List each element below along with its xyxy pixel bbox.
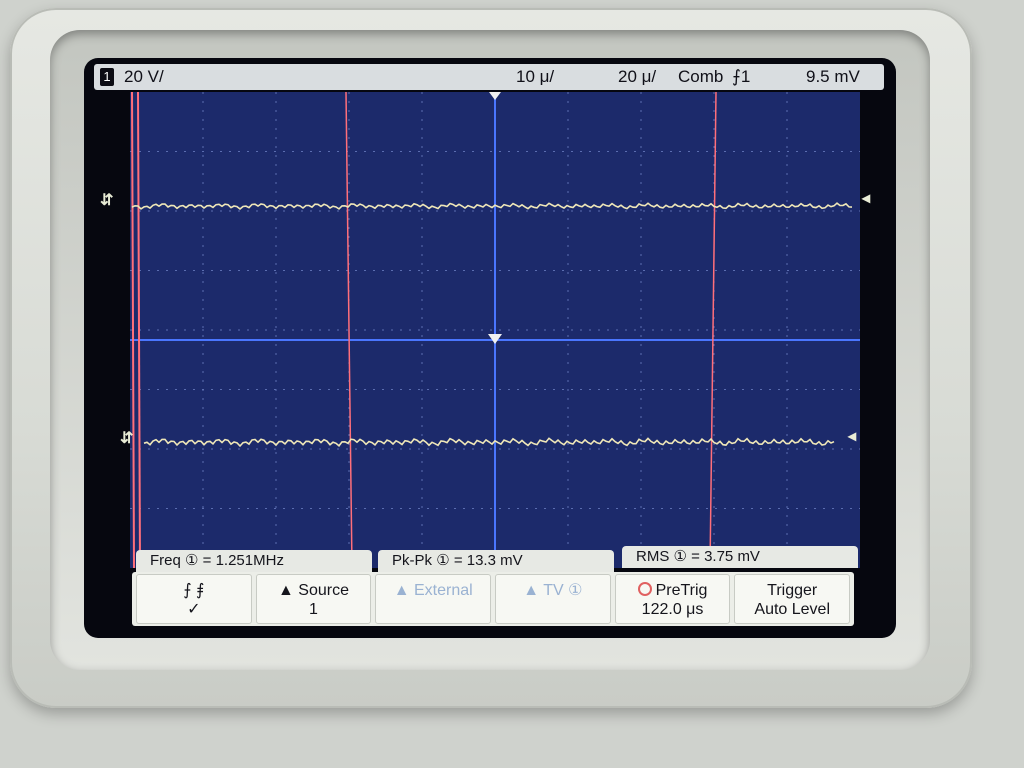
time-delay[interactable]: 20 μ/ xyxy=(618,67,656,87)
ch2-ground-marker-icon[interactable]: ⇵ xyxy=(120,428,133,448)
freq-source-icon: ① xyxy=(185,552,199,569)
freq-equals: = xyxy=(202,552,212,569)
external-label: ▲ External xyxy=(393,582,473,599)
time-scale[interactable]: 10 μ/ xyxy=(516,67,554,87)
trigger-label: Trigger xyxy=(767,582,818,599)
freq-measurement: Freq ① = 1.251MHz xyxy=(136,550,372,572)
tv-softkey[interactable]: ▲ TV ① xyxy=(495,574,611,624)
pkpk-measurement: Pk-Pk ① = 13.3 mV xyxy=(378,550,614,572)
pretrig-softkey[interactable]: PreTrig 122.0 μs xyxy=(614,574,731,624)
freq-value: 1.251MHz xyxy=(215,552,284,569)
softkey-menu: ⨍ ⨎ ✓ ▲ Source 1 ▲ External ▲ TV ① PreTr… xyxy=(132,572,854,626)
source-value: 1 xyxy=(309,601,318,618)
ch1-scale[interactable]: 20 V/ xyxy=(124,67,164,87)
pkpk-source-icon: ① xyxy=(436,552,450,569)
ch1-right-marker-icon: ◂ xyxy=(862,190,871,207)
slope-softkey[interactable]: ⨍ ⨎ ✓ xyxy=(136,574,252,624)
pretrig-label: PreTrig xyxy=(655,582,708,599)
cursor-line xyxy=(131,92,135,568)
slope-check-icon: ✓ xyxy=(187,601,201,618)
pretrig-value: 122.0 μs xyxy=(641,601,704,618)
status-bar: 1 20 V/ 10 μ/ 20 μ/ Comb ⨍1 9.5 mV xyxy=(94,64,884,90)
trigger-mode-value: Auto Level xyxy=(754,601,830,618)
pkpk-label: Pk-Pk xyxy=(392,552,433,569)
trigger-mode[interactable]: Comb xyxy=(678,67,723,87)
tv-label: ▲ TV ① xyxy=(523,582,583,599)
pkpk-equals: = xyxy=(453,552,463,569)
slope-icons: ⨍ ⨎ xyxy=(183,582,205,599)
rms-equals: = xyxy=(691,548,700,565)
pkpk-value: 13.3 mV xyxy=(466,552,523,569)
knob-icon xyxy=(637,582,652,596)
freq-label: Freq xyxy=(150,552,181,569)
trigger-softkey[interactable]: Trigger Auto Level xyxy=(734,574,851,624)
trigger-edge-icon[interactable]: ⨍1 xyxy=(732,67,750,87)
rms-measurement: RMS ① = 3.75 mV xyxy=(622,546,858,568)
external-softkey[interactable]: ▲ External xyxy=(375,574,492,624)
waveform-trace xyxy=(131,202,853,211)
channel-badge[interactable]: 1 xyxy=(100,68,114,86)
source-label: ▲ Source xyxy=(278,582,349,599)
trigger-position-marker-icon xyxy=(489,92,501,100)
waveform-trace xyxy=(143,437,835,448)
grid-svg xyxy=(130,92,860,568)
ch2-right-marker-icon: ◂ xyxy=(848,428,857,445)
cursor-line xyxy=(137,92,141,568)
waveform-grid[interactable] xyxy=(130,92,860,568)
ch1-ground-marker-icon[interactable]: ⇵ xyxy=(100,190,113,210)
rms-value: 3.75 mV xyxy=(704,548,760,565)
rms-source-icon: ① xyxy=(673,548,687,565)
oscilloscope-screen: 1 20 V/ 10 μ/ 20 μ/ Comb ⨍1 9.5 mV ⇵ ◂ ⇵… xyxy=(84,58,896,638)
rms-label: RMS xyxy=(636,548,670,565)
source-softkey[interactable]: ▲ Source 1 xyxy=(255,574,372,624)
trigger-level[interactable]: 9.5 mV xyxy=(806,67,860,87)
